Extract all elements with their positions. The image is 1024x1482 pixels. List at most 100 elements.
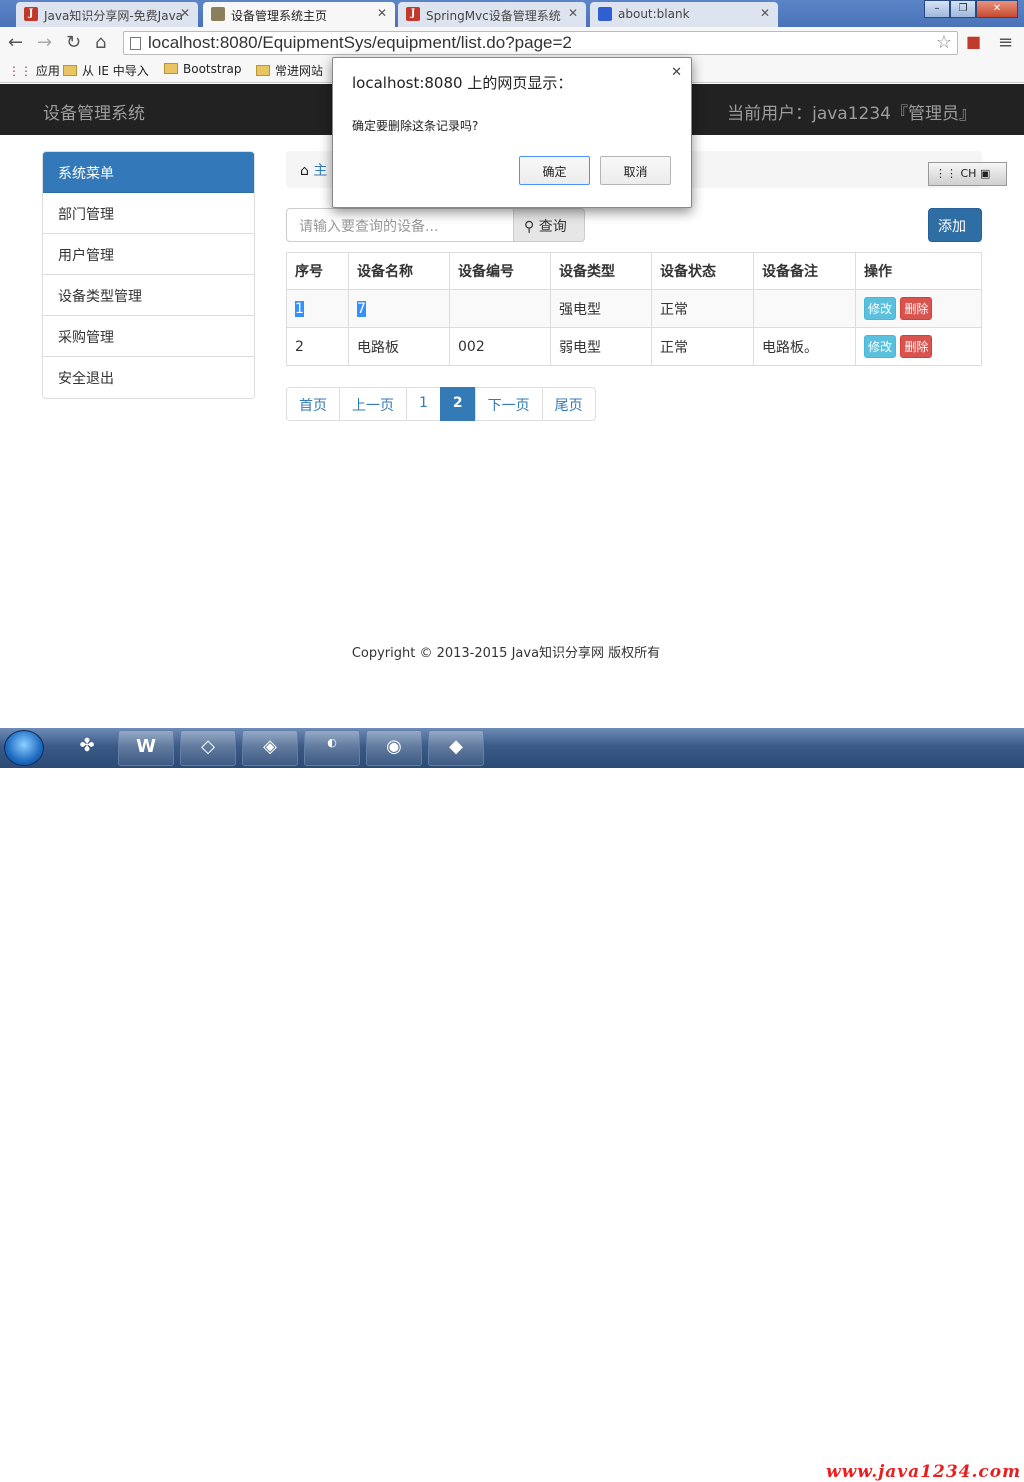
sidebar-item-equipment-types[interactable]: 设备类型管理 xyxy=(43,275,254,316)
page-prev[interactable]: 上一页 xyxy=(339,387,407,421)
breadcrumb-home-link[interactable]: 主 xyxy=(313,163,327,179)
bookmark-apps[interactable]: ⋮⋮ 应用 xyxy=(8,62,60,79)
forward-arrow-icon[interactable]: → xyxy=(37,32,52,53)
bookmark-sites[interactable]: 常进网站 xyxy=(256,62,323,79)
cell-name: 电路板 xyxy=(348,327,450,366)
confirm-dialog: localhost:8080 上的网页显示： ✕ 确定要删除这条记录吗? 确定 … xyxy=(332,57,692,208)
tab-about-blank[interactable]: about:blank ✕ xyxy=(590,2,778,27)
back-arrow-icon[interactable]: ← xyxy=(8,32,23,53)
delete-button[interactable]: 删除 xyxy=(900,335,933,358)
add-button[interactable]: 添加 xyxy=(928,208,982,242)
eclipse-app-icon[interactable]: ◐ xyxy=(304,730,360,766)
app-brand[interactable]: 设备管理系统 xyxy=(43,99,145,124)
java-logo-icon: J xyxy=(24,7,38,21)
ime-language: CH xyxy=(960,167,977,180)
folder-icon xyxy=(256,65,270,76)
bookmark-import-ie[interactable]: 从 IE 中导入 xyxy=(63,62,149,79)
start-button[interactable] xyxy=(4,730,44,766)
browser-toolbar: ← → ↻ ⌂ localhost:8080/EquipmentSys/equi… xyxy=(0,27,1024,58)
minimize-icon[interactable]: – xyxy=(924,0,950,18)
grip-icon: ⋮⋮ xyxy=(935,167,957,180)
tab-label: about:blank xyxy=(618,7,690,21)
edit-button[interactable]: 修改 xyxy=(864,335,897,358)
dialog-title: localhost:8080 上的网页显示： xyxy=(352,74,573,92)
sidebar-item-logout[interactable]: 安全退出 xyxy=(43,357,254,398)
tab-label: 设备管理系统主页 xyxy=(231,9,328,23)
gvim-app-icon[interactable]: ◇ xyxy=(180,730,236,766)
home-icon[interactable]: ⌂ xyxy=(95,32,106,53)
cell-actions: 修改 删除 xyxy=(855,327,982,366)
folder-icon xyxy=(63,65,77,76)
reload-icon[interactable]: ↻ xyxy=(66,32,81,53)
cell-status: 正常 xyxy=(651,327,754,366)
window-controls: – ❐ ✕ xyxy=(924,0,1018,18)
word-app-icon[interactable]: W xyxy=(118,730,174,766)
cell-status: 正常 xyxy=(651,289,754,328)
pinwheel-app-icon[interactable]: ✤ xyxy=(58,730,116,766)
java-logo-icon: J xyxy=(406,7,420,21)
chrome-app-icon[interactable]: ◉ xyxy=(366,730,422,766)
close-tab-icon[interactable]: ✕ xyxy=(180,6,190,20)
page-1[interactable]: 1 xyxy=(406,387,441,421)
browser-tab-strip: J Java知识分享网-免费Java ✕ 设备管理系统主页 ✕ J Spring… xyxy=(0,0,1024,27)
equipment-table: 序号 设备名称 设备编号 设备类型 设备状态 设备备注 操作 1 7 强电型 正… xyxy=(286,252,982,366)
close-window-icon[interactable]: ✕ xyxy=(976,0,1018,18)
page-next[interactable]: 下一页 xyxy=(474,387,543,421)
column-header: 序号 xyxy=(286,252,349,290)
page-2[interactable]: 2 xyxy=(439,387,476,421)
column-header: 设备状态 xyxy=(651,252,754,290)
home-icon: ⌂ xyxy=(300,163,309,179)
page-first[interactable]: 首页 xyxy=(286,387,340,421)
cell-remark xyxy=(753,289,856,328)
search-icon: ⚲ xyxy=(524,219,535,235)
confirm-ok-button[interactable]: 确定 xyxy=(519,156,590,185)
current-user: 当前用户：java1234『管理员』 xyxy=(727,104,976,124)
bookmark-star-icon[interactable]: ☆ xyxy=(936,32,952,53)
sidebar-item-purchasing[interactable]: 采购管理 xyxy=(43,316,254,357)
table-row: 2 电路板 002 弱电型 正常 电路板。 修改 删除 xyxy=(286,327,982,366)
page-last[interactable]: 尾页 xyxy=(541,387,596,421)
close-tab-icon[interactable]: ✕ xyxy=(760,6,770,20)
dialog-message: 确定要删除这条记录吗? xyxy=(352,119,479,133)
search-button[interactable]: ⚲ 查询 xyxy=(513,208,585,242)
copyright: Copyright © 2013-2015 Java知识分享网 版权所有 xyxy=(351,646,661,661)
page-content: 系统菜单 部门管理 用户管理 设备类型管理 采购管理 安全退出 ⌂ 主 请输入要… xyxy=(0,135,1024,728)
column-header: 设备类型 xyxy=(550,252,652,290)
extension-icon[interactable]: ■ xyxy=(966,32,981,51)
cell-type: 强电型 xyxy=(550,289,652,328)
search-input[interactable]: 请输入要查询的设备... xyxy=(286,208,514,242)
close-tab-icon[interactable]: ✕ xyxy=(377,6,387,20)
delete-button[interactable]: 删除 xyxy=(900,297,933,320)
keyboard-icon: ▣ xyxy=(979,167,991,180)
sidebar-item-department[interactable]: 部门管理 xyxy=(43,193,254,234)
close-tab-icon[interactable]: ✕ xyxy=(568,6,578,20)
tab-label: SpringMvc设备管理系统 xyxy=(426,9,561,23)
sidebar-item-users[interactable]: 用户管理 xyxy=(43,234,254,275)
url-text: localhost:8080/EquipmentSys/equipment/li… xyxy=(148,33,572,52)
column-header: 设备名称 xyxy=(348,252,450,290)
column-header: 设备编号 xyxy=(449,252,551,290)
tab-equipment-home[interactable]: 设备管理系统主页 ✕ xyxy=(203,2,395,27)
cell-actions: 修改 删除 xyxy=(855,289,982,328)
cell-type: 弱电型 xyxy=(550,327,652,366)
page-icon xyxy=(211,7,225,21)
address-bar[interactable]: localhost:8080/EquipmentSys/equipment/li… xyxy=(123,31,958,55)
sidebar-menu-header: 系统菜单 xyxy=(43,152,254,193)
cell-code: 002 xyxy=(449,327,551,366)
confirm-cancel-button[interactable]: 取消 xyxy=(600,156,671,185)
dolphin-app-icon[interactable]: ◆ xyxy=(428,730,484,766)
close-dialog-icon[interactable]: ✕ xyxy=(671,65,682,80)
tab-java-share[interactable]: J Java知识分享网-免费Java ✕ xyxy=(16,2,198,27)
menu-icon[interactable]: ≡ xyxy=(998,32,1013,53)
ime-toolbar[interactable]: ⋮⋮ CH ▣ xyxy=(928,162,1007,186)
bookmark-bootstrap[interactable]: Bootstrap xyxy=(164,62,241,76)
column-header: 操作 xyxy=(855,252,982,290)
gvim-app-icon[interactable]: ◈ xyxy=(242,730,298,766)
cell-code xyxy=(449,289,551,328)
tab-springmvc[interactable]: J SpringMvc设备管理系统 ✕ xyxy=(398,2,586,27)
restore-icon[interactable]: ❐ xyxy=(950,0,976,18)
edit-button[interactable]: 修改 xyxy=(864,297,897,320)
cell-index: 2 xyxy=(286,327,349,366)
sidebar-menu: 系统菜单 部门管理 用户管理 设备类型管理 采购管理 安全退出 xyxy=(42,151,255,399)
cell-name: 7 xyxy=(348,289,450,328)
